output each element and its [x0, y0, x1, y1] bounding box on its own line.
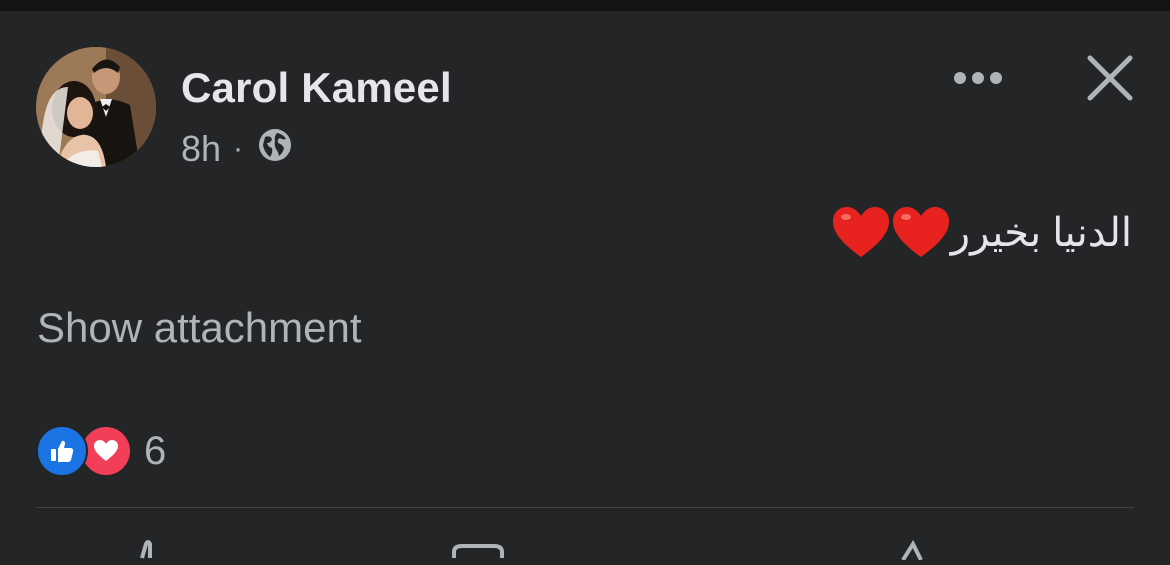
post-time[interactable]: 8h [181, 128, 221, 170]
share-button[interactable] [895, 530, 935, 562]
reactions-summary[interactable]: 6 [36, 425, 167, 477]
author-name[interactable]: Carol Kameel [181, 64, 452, 112]
more-options-button[interactable] [950, 58, 1006, 98]
post-meta: 8h · [181, 126, 293, 172]
meta-separator: · [233, 132, 244, 165]
more-icon [954, 72, 1002, 84]
close-button[interactable] [1082, 50, 1138, 106]
avatar[interactable] [36, 47, 156, 167]
heart-emoji-icon [832, 207, 949, 257]
post-text-body: الدنيا بخيرر [950, 211, 1132, 255]
post-text: الدنيا بخيرر [831, 205, 1132, 261]
globe-icon [257, 127, 293, 172]
share-icon [901, 539, 923, 562]
comment-icon [452, 544, 504, 558]
comment-button[interactable] [450, 530, 506, 560]
action-bar [0, 530, 1170, 562]
close-icon [1087, 55, 1133, 101]
like-icon [140, 540, 152, 559]
like-reaction-icon [36, 425, 88, 477]
like-button[interactable] [128, 530, 168, 560]
post-text-emoji [831, 205, 951, 261]
show-attachment-link[interactable]: Show attachment [37, 304, 362, 352]
divider [36, 507, 1134, 508]
top-bar [0, 0, 1170, 11]
reaction-count: 6 [144, 428, 167, 473]
